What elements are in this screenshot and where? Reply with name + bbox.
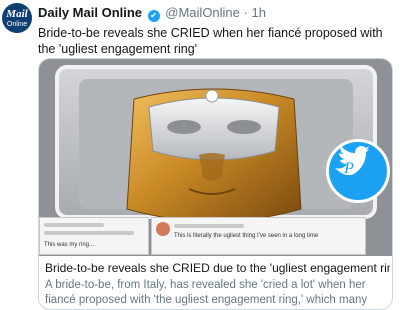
avatar-line2: Online: [6, 20, 28, 28]
avatar[interactable]: Mail Online: [2, 3, 32, 33]
tweet-header: Daily Mail Online ✔ @MailOnline · 1h: [38, 5, 266, 22]
avatar-line1: Mail: [6, 7, 28, 20]
card-description: A bride-to-be, from Italy, has revealed …: [45, 279, 368, 306]
comment-right-text: This is literally the ugliest thing I've…: [174, 233, 319, 239]
twitter-bird-icon: P: [326, 139, 390, 203]
card-image[interactable]: P This was my ring... This is literally …: [39, 59, 392, 256]
p-logo-icon: P: [335, 146, 369, 177]
comment-left-text: This was my ring...: [44, 242, 95, 248]
commenter-avatar: [156, 222, 170, 236]
svg-text:P: P: [343, 160, 354, 177]
card-headline[interactable]: Bride-to-be reveals she CRIED due to the…: [45, 261, 390, 276]
link-card[interactable]: P This was my ring... This is literally …: [38, 58, 393, 310]
handle[interactable]: @MailOnline: [165, 5, 240, 20]
separator: ·: [243, 5, 248, 20]
tweet-text: Bride-to-be reveals she CRIED when her f…: [38, 26, 383, 56]
comment-left: This was my ring...: [39, 217, 149, 255]
display-name[interactable]: Daily Mail Online: [38, 5, 142, 20]
timestamp[interactable]: 1h: [252, 5, 266, 20]
comment-right: This is literally the ugliest thing I've…: [151, 217, 366, 255]
verified-icon: ✔: [147, 10, 160, 22]
